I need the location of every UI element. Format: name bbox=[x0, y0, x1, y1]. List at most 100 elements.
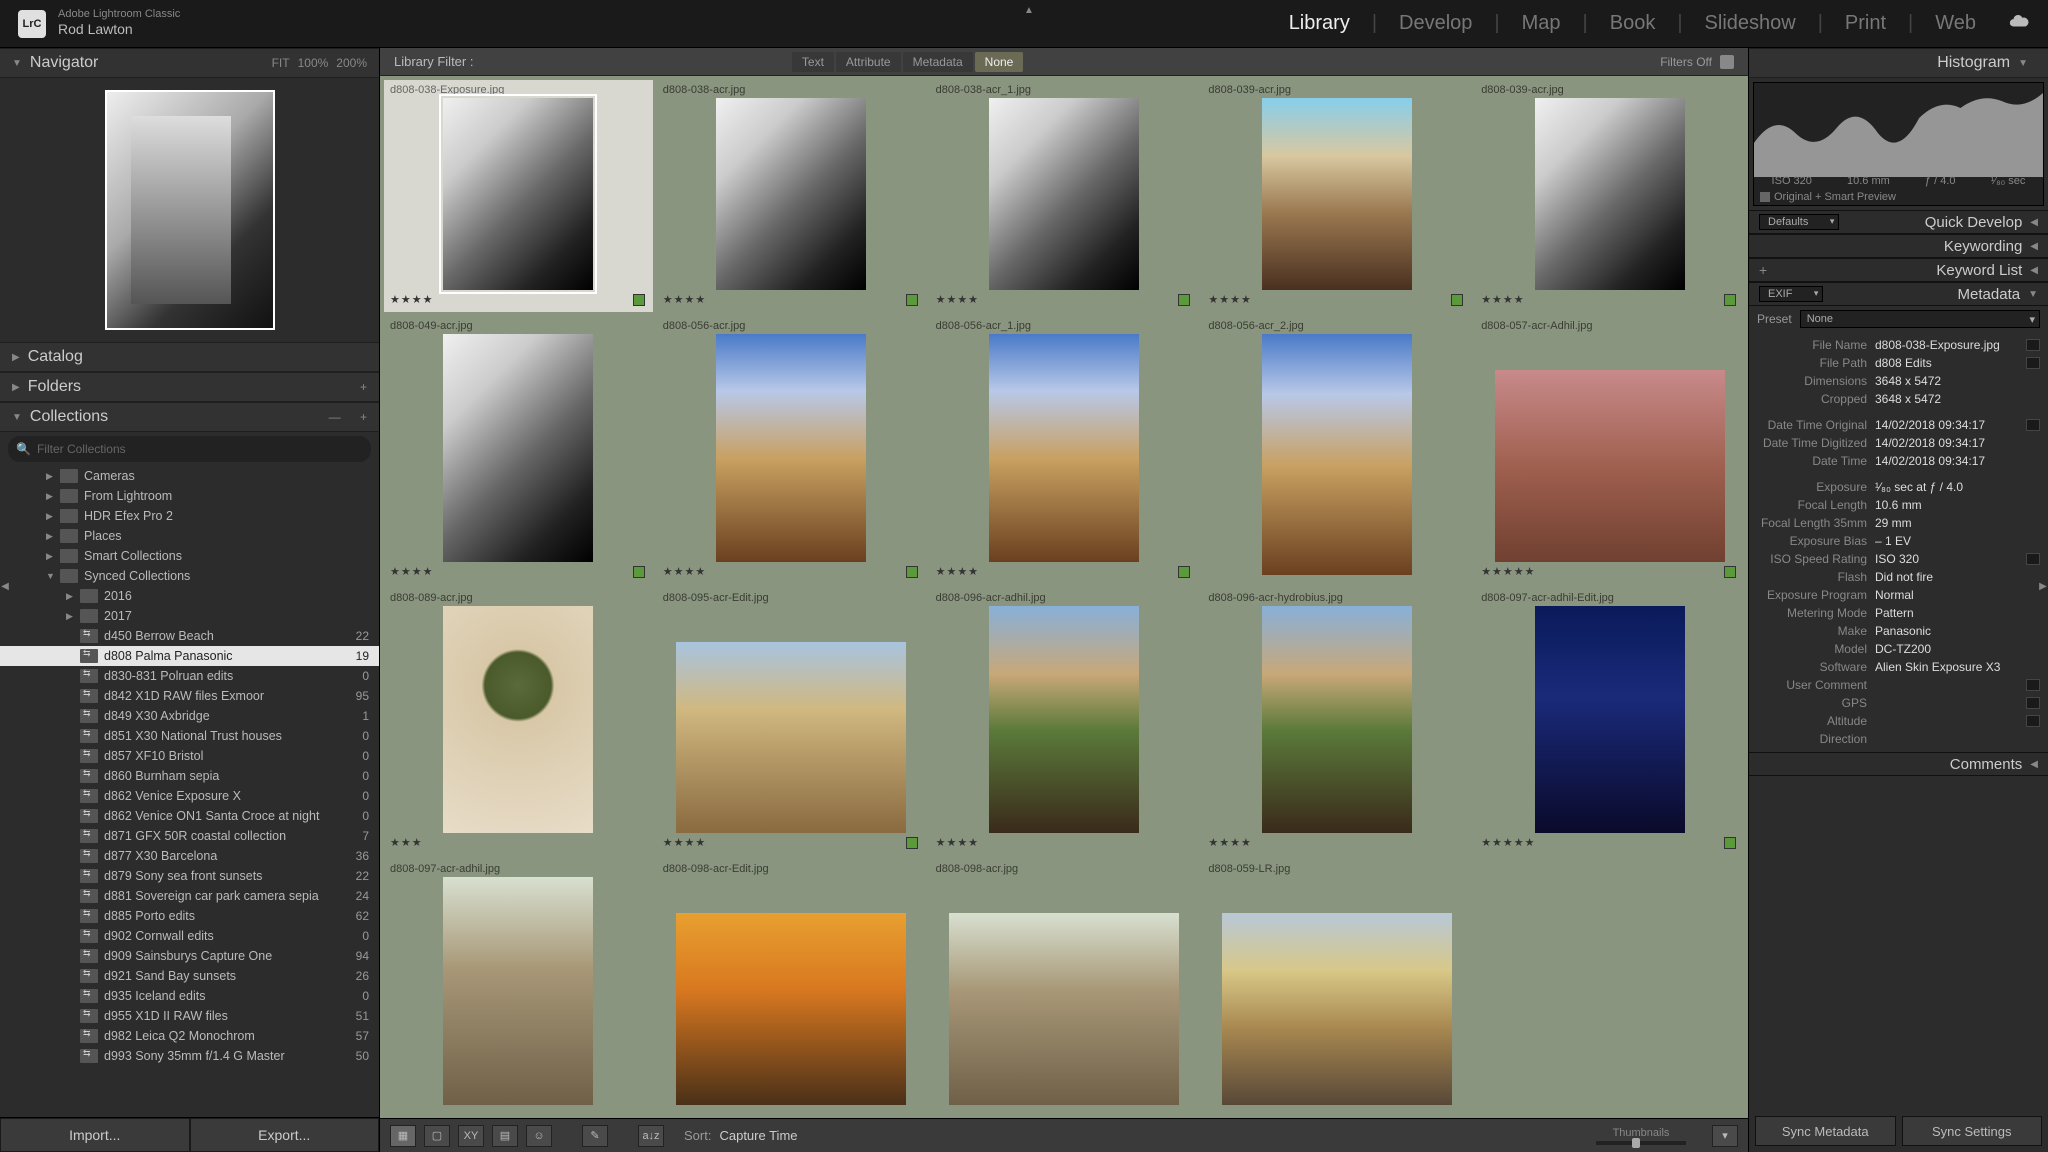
right-panel-toggle[interactable]: ▶ bbox=[2038, 576, 2048, 596]
module-library[interactable]: Library bbox=[1289, 12, 1350, 35]
thumbnail-size-slider[interactable] bbox=[1596, 1141, 1686, 1145]
histogram[interactable]: ISO 320 10.6 mm ƒ / 4.0 ¹⁄₈₀ sec Origina… bbox=[1753, 82, 2044, 206]
filter-tab-metadata[interactable]: Metadata bbox=[903, 52, 973, 72]
module-develop[interactable]: Develop bbox=[1399, 12, 1472, 35]
thumbnail-cell[interactable]: d808-098-acr-Edit.jpg bbox=[657, 859, 926, 1114]
filter-tab-text[interactable]: Text bbox=[792, 52, 834, 72]
left-panel-toggle[interactable]: ◀ bbox=[0, 576, 10, 596]
module-map[interactable]: Map bbox=[1522, 12, 1561, 35]
collection-item[interactable]: d921 Sand Bay sunsets26 bbox=[0, 966, 379, 986]
folders-header[interactable]: ▶ Folders + bbox=[0, 372, 379, 402]
thumbnail-cell[interactable]: d808-056-acr_1.jpg★★★★ bbox=[930, 316, 1199, 584]
collection-item[interactable]: d851 X30 National Trust houses0 bbox=[0, 726, 379, 746]
sort-icon[interactable]: — bbox=[329, 410, 341, 424]
sort-value[interactable]: Capture Time bbox=[719, 1128, 797, 1143]
thumbnail-cell[interactable]: d808-049-acr.jpg★★★★ bbox=[384, 316, 653, 584]
collection-item[interactable]: d935 Iceland edits0 bbox=[0, 986, 379, 1006]
metadata-action-icon[interactable] bbox=[2026, 715, 2040, 727]
thumbnail-cell[interactable]: d808-039-acr.jpg★★★★ bbox=[1475, 80, 1744, 312]
preview-checkbox[interactable] bbox=[1760, 192, 1770, 202]
collection-item[interactable]: d862 Venice ON1 Santa Croce at night0 bbox=[0, 806, 379, 826]
thumbnail-cell[interactable]: d808-038-acr.jpg★★★★ bbox=[657, 80, 926, 312]
grid-view-icon[interactable]: ▦ bbox=[390, 1125, 416, 1147]
filter-tab-attribute[interactable]: Attribute bbox=[836, 52, 901, 72]
module-print[interactable]: Print bbox=[1845, 12, 1886, 35]
sync-metadata-button[interactable]: Sync Metadata bbox=[1755, 1116, 1896, 1146]
keywording-header[interactable]: Keywording ◀ bbox=[1749, 234, 2048, 258]
filter-tab-none[interactable]: None bbox=[975, 52, 1024, 72]
loupe-view-icon[interactable]: ▢ bbox=[424, 1125, 450, 1147]
metadata-action-icon[interactable] bbox=[2026, 357, 2040, 369]
thumbnail-cell[interactable]: d808-039-acr.jpg★★★★ bbox=[1202, 80, 1471, 312]
collection-item[interactable]: d871 GFX 50R coastal collection7 bbox=[0, 826, 379, 846]
collection-item[interactable]: d879 Sony sea front sunsets22 bbox=[0, 866, 379, 886]
collection-item[interactable]: d860 Burnham sepia0 bbox=[0, 766, 379, 786]
collection-item[interactable]: ▶Cameras bbox=[0, 466, 379, 486]
sync-settings-button[interactable]: Sync Settings bbox=[1902, 1116, 2043, 1146]
metadata-set-select[interactable]: EXIF bbox=[1759, 286, 1823, 302]
quick-develop-header[interactable]: Defaults Quick Develop ◀ bbox=[1749, 210, 2048, 234]
collection-item[interactable]: ▶From Lightroom bbox=[0, 486, 379, 506]
preset-select[interactable]: None bbox=[1800, 310, 2040, 328]
cloud-sync-icon[interactable] bbox=[1998, 10, 2030, 38]
metadata-header[interactable]: EXIF Metadata ▼ bbox=[1749, 282, 2048, 306]
module-slideshow[interactable]: Slideshow bbox=[1705, 12, 1796, 35]
thumbnail-cell[interactable]: d808-056-acr_2.jpg bbox=[1202, 316, 1471, 584]
sort-direction-icon[interactable]: a↓z bbox=[638, 1125, 664, 1147]
thumbnail-cell[interactable]: d808-056-acr.jpg★★★★ bbox=[657, 316, 926, 584]
collection-item[interactable]: ▶2017 bbox=[0, 606, 379, 626]
collection-item[interactable]: d450 Berrow Beach22 bbox=[0, 626, 379, 646]
metadata-action-icon[interactable] bbox=[2026, 679, 2040, 691]
thumbnail-cell[interactable]: d808-097-acr-adhil.jpg bbox=[384, 859, 653, 1114]
collection-item[interactable]: d842 X1D RAW files Exmoor95 bbox=[0, 686, 379, 706]
thumbnail-cell[interactable]: d808-038-acr_1.jpg★★★★ bbox=[930, 80, 1199, 312]
thumbnail-cell[interactable]: d808-038-Exposure.jpg★★★★ bbox=[384, 80, 653, 312]
zoom-200%[interactable]: 200% bbox=[336, 56, 367, 70]
collection-item[interactable]: d808 Palma Panasonic19 bbox=[0, 646, 379, 666]
zoom-FIT[interactable]: FIT bbox=[272, 56, 290, 70]
collections-header[interactable]: ▼ Collections — + bbox=[0, 402, 379, 432]
collection-item[interactable]: d849 X30 Axbridge1 bbox=[0, 706, 379, 726]
thumbnail-cell[interactable]: d808-089-acr.jpg★★★ bbox=[384, 588, 653, 856]
collection-item[interactable]: d902 Cornwall edits0 bbox=[0, 926, 379, 946]
metadata-action-icon[interactable] bbox=[2026, 553, 2040, 565]
module-web[interactable]: Web bbox=[1935, 12, 1976, 35]
collection-item[interactable]: d909 Sainsburys Capture One94 bbox=[0, 946, 379, 966]
thumbnail-cell[interactable]: d808-059-LR.jpg bbox=[1202, 859, 1471, 1114]
module-book[interactable]: Book bbox=[1610, 12, 1656, 35]
collection-item[interactable]: d955 X1D II RAW files51 bbox=[0, 1006, 379, 1026]
collection-item[interactable]: d857 XF10 Bristol0 bbox=[0, 746, 379, 766]
collection-item[interactable]: d881 Sovereign car park camera sepia24 bbox=[0, 886, 379, 906]
export-button[interactable]: Export... bbox=[190, 1118, 380, 1152]
import-button[interactable]: Import... bbox=[0, 1118, 190, 1152]
top-panel-toggle[interactable]: ▲ bbox=[1024, 0, 1034, 20]
add-icon[interactable]: + bbox=[360, 410, 367, 424]
lock-icon[interactable] bbox=[1720, 55, 1734, 69]
thumbnail-cell[interactable]: d808-096-acr-hydrobius.jpg★★★★ bbox=[1202, 588, 1471, 856]
collection-item[interactable]: ▶HDR Efex Pro 2 bbox=[0, 506, 379, 526]
comments-header[interactable]: Comments ◀ bbox=[1749, 752, 2048, 776]
collection-item[interactable]: d862 Venice Exposure X0 bbox=[0, 786, 379, 806]
collection-item[interactable]: ▶2016 bbox=[0, 586, 379, 606]
compare-view-icon[interactable]: XY bbox=[458, 1125, 484, 1147]
collection-item[interactable]: ▶Smart Collections bbox=[0, 546, 379, 566]
collection-item[interactable]: ▼Synced Collections bbox=[0, 566, 379, 586]
metadata-action-icon[interactable] bbox=[2026, 419, 2040, 431]
add-keyword-icon[interactable]: + bbox=[1759, 262, 1767, 278]
collection-item[interactable]: d877 X30 Barcelona36 bbox=[0, 846, 379, 866]
histogram-header[interactable]: Histogram ▼ bbox=[1749, 48, 2048, 78]
thumbnail-cell[interactable]: d808-096-acr-adhil.jpg★★★★ bbox=[930, 588, 1199, 856]
collection-item[interactable]: d885 Porto edits62 bbox=[0, 906, 379, 926]
painter-icon[interactable]: ✎ bbox=[582, 1125, 608, 1147]
metadata-action-icon[interactable] bbox=[2026, 339, 2040, 351]
thumbnail-cell[interactable]: d808-097-acr-adhil-Edit.jpg★★★★★ bbox=[1475, 588, 1744, 856]
thumbnail-cell[interactable]: d808-095-acr-Edit.jpg★★★★ bbox=[657, 588, 926, 856]
metadata-action-icon[interactable] bbox=[2026, 697, 2040, 709]
zoom-100%[interactable]: 100% bbox=[298, 56, 329, 70]
collection-item[interactable]: d982 Leica Q2 Monochrom57 bbox=[0, 1026, 379, 1046]
collections-filter[interactable]: 🔍 Filter Collections bbox=[8, 436, 371, 462]
filters-off[interactable]: Filters Off bbox=[1660, 55, 1712, 69]
navigator-header[interactable]: ▼ Navigator FIT100%200% bbox=[0, 48, 379, 78]
collection-item[interactable]: ▶Places bbox=[0, 526, 379, 546]
toolbar-menu-icon[interactable]: ▾ bbox=[1712, 1125, 1738, 1147]
